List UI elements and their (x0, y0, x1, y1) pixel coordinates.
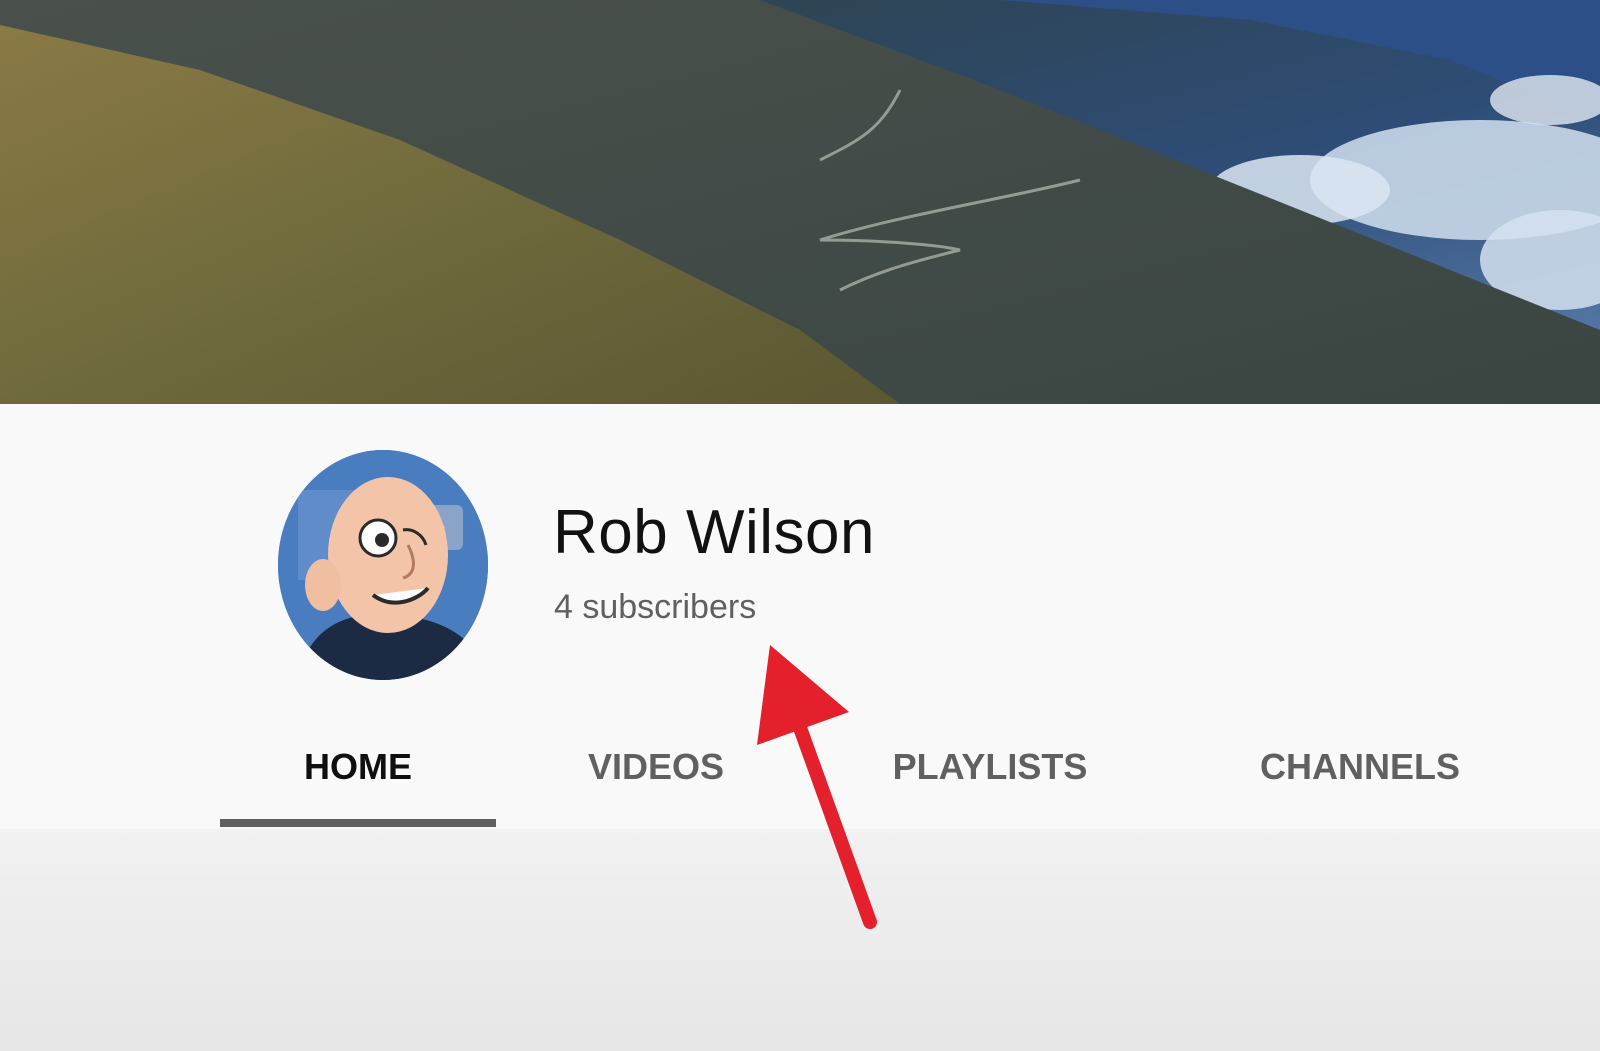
tab-home[interactable]: HOME (220, 704, 496, 829)
tab-playlists[interactable]: PLAYLISTS (840, 704, 1140, 829)
active-tab-underline (220, 819, 496, 827)
channel-avatar[interactable] (278, 450, 488, 680)
channel-name: Rob Wilson (553, 498, 875, 567)
channel-header: Rob Wilson 4 subscribers HOME VIDEOS PLA… (0, 404, 1600, 829)
tab-channels[interactable]: CHANNELS (1200, 704, 1520, 829)
content-area (0, 829, 1600, 1051)
subscriber-count: 4 subscribers (554, 588, 757, 626)
channel-tabs: HOME VIDEOS PLAYLISTS CHANNELS (0, 704, 1600, 829)
tab-videos[interactable]: VIDEOS (520, 704, 792, 829)
channel-banner-image (0, 0, 1600, 404)
cartoon-avatar-icon (278, 450, 488, 680)
channel-page: Rob Wilson 4 subscribers HOME VIDEOS PLA… (0, 0, 1600, 1051)
